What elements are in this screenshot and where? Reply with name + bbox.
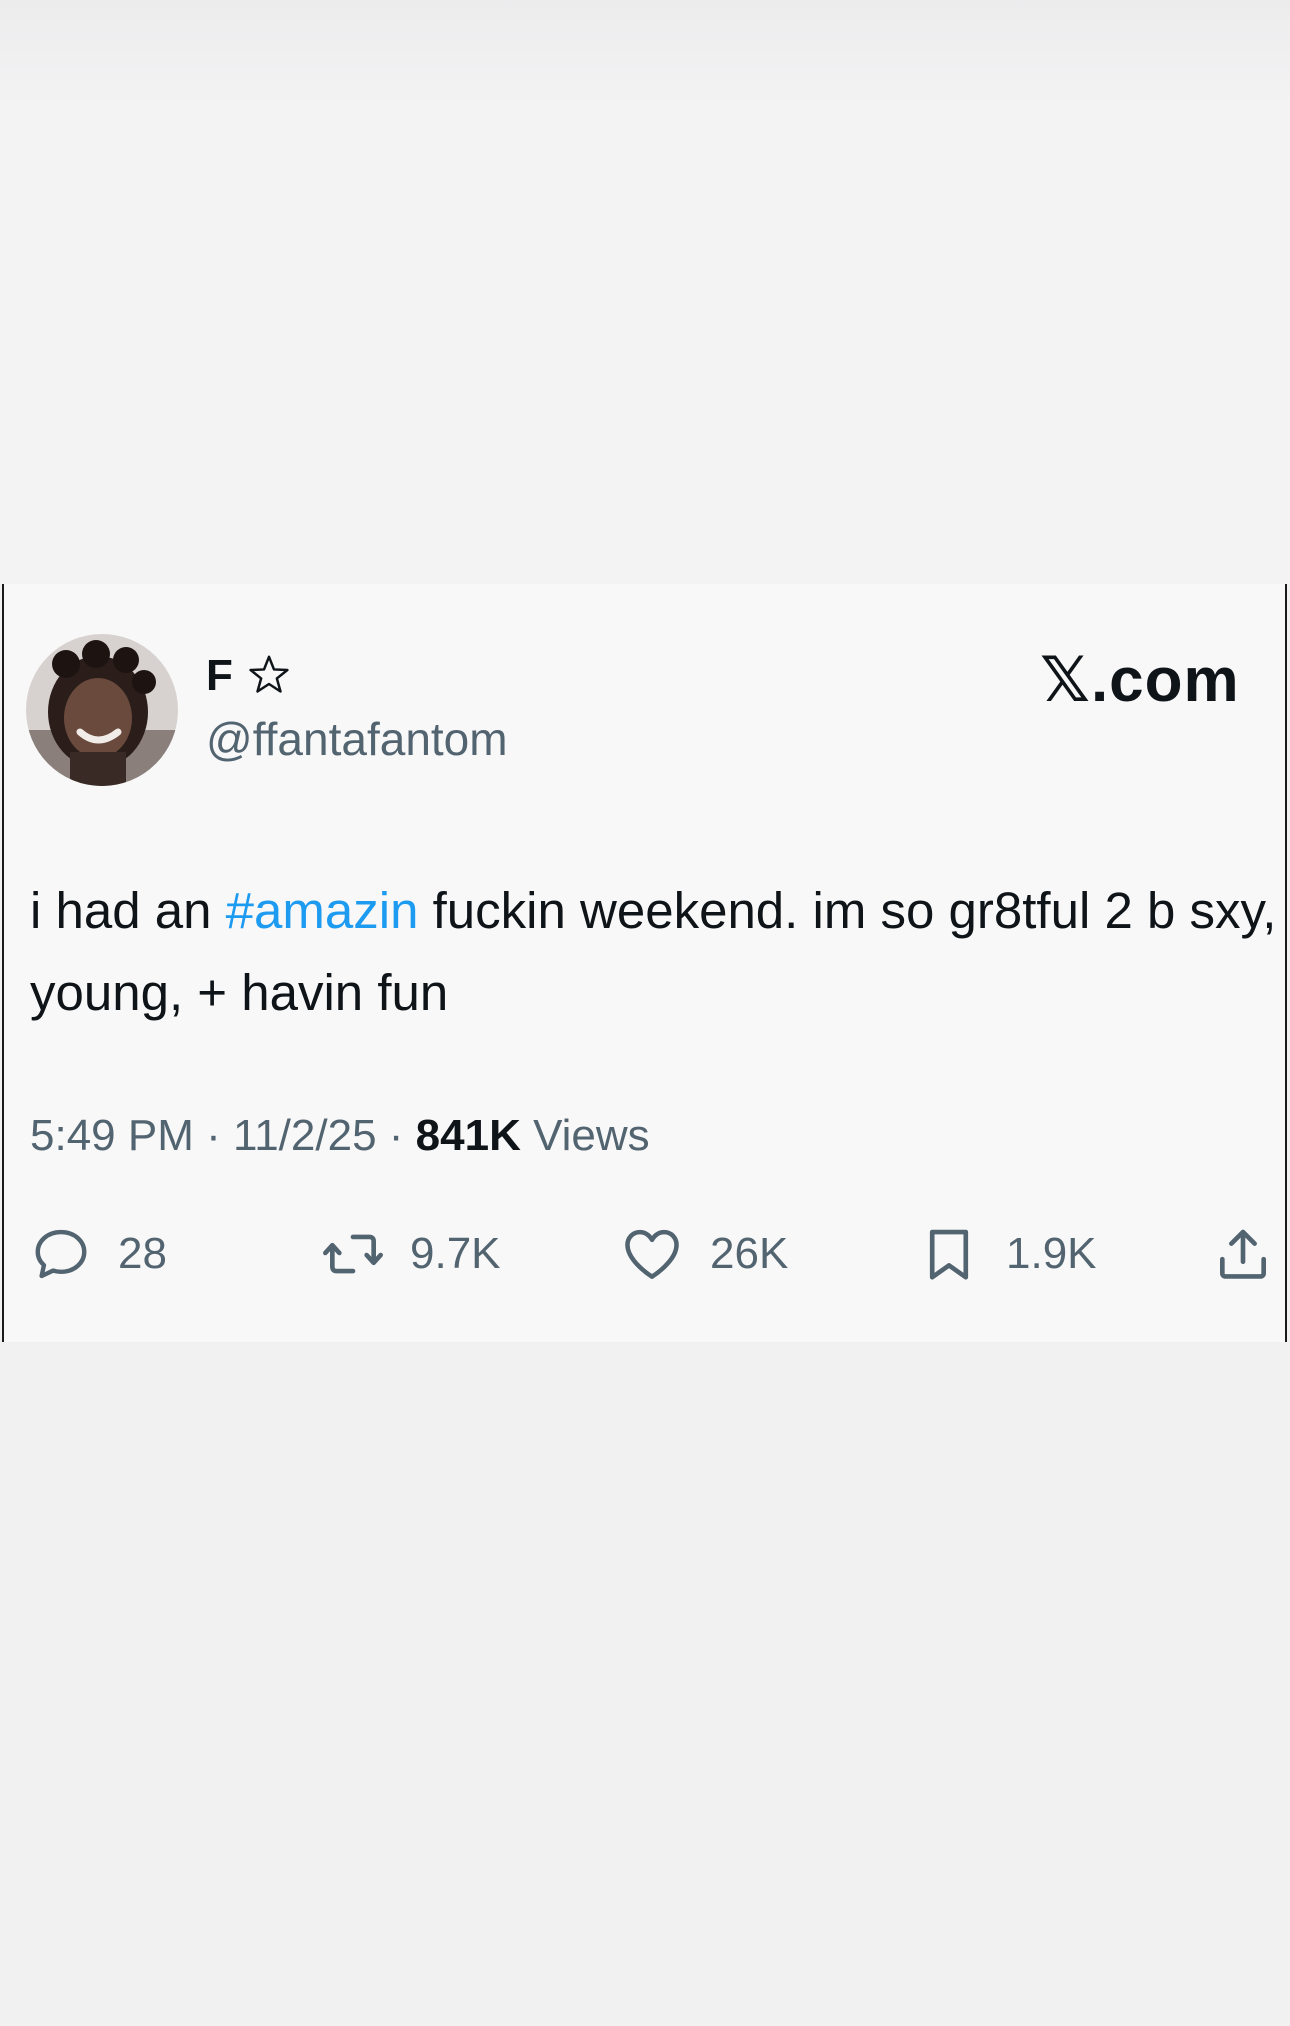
like-count: 26K [710,1229,789,1278]
tweet-text: i had an #amazin fuckin weekend. im so g… [30,870,1280,1034]
share-icon [1220,1229,1266,1279]
bookmark-icon [929,1229,969,1280]
share-button[interactable] [1212,1222,1274,1286]
reply-button[interactable]: 28 [30,1222,167,1286]
site-brand: 𝕏.com [1040,646,1240,715]
tweet-time[interactable]: 5:49 PM [30,1111,194,1160]
reply-icon [35,1229,87,1279]
repost-button[interactable]: 9.7K [322,1222,501,1286]
tweet-date[interactable]: 11/2/25 [233,1111,377,1160]
like-button[interactable]: 26K [620,1222,788,1286]
tweet-meta: 5:49 PM · 11/2/25 · 841K Views [30,1114,650,1158]
like-icon [625,1229,679,1279]
meta-separator: · [206,1111,221,1160]
meta-separator: · [388,1111,404,1160]
hashtag-link[interactable]: #amazin [226,882,419,939]
author-handle[interactable]: @ffantafantom [206,716,508,762]
tweet-text-start: i had an [30,882,226,939]
views-count: 841K [415,1111,521,1160]
avatar[interactable] [26,634,178,786]
display-name[interactable]: F [206,654,233,698]
reply-count: 28 [118,1229,167,1278]
star-icon [249,655,289,693]
top-background [0,0,1290,584]
bookmark-count: 1.9K [1006,1229,1097,1278]
repost-icon [323,1234,383,1274]
bookmark-button[interactable]: 1.9K [918,1222,1097,1286]
repost-count: 9.7K [410,1229,501,1278]
bottom-background [0,1342,1290,2026]
views-label: Views [533,1111,650,1160]
